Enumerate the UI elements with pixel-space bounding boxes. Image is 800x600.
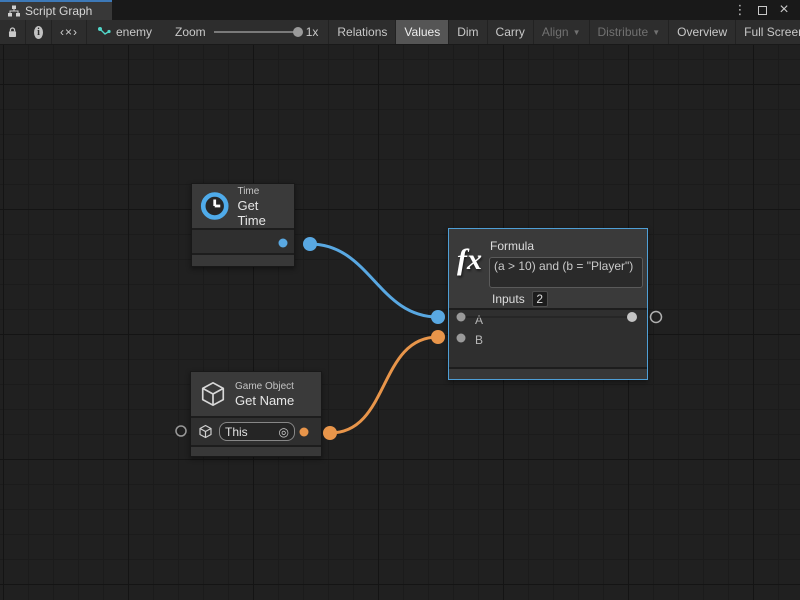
full-screen-button[interactable]: Full Screen [736,20,800,44]
breadcrumb[interactable]: enemy [87,20,165,44]
carry-button[interactable]: Carry [488,20,534,44]
node-formula[interactable]: fx Formula (a > 10) and (b = "Player") I… [448,228,648,380]
wire-orange-start-dot[interactable] [323,426,337,440]
window-menu-icon[interactable]: ⋮ [732,2,748,18]
game-object-cube-icon-small [198,424,213,439]
dim-button[interactable]: Dim [449,20,487,44]
wire-get-name-to-formula-b[interactable] [330,337,438,433]
wire-blue-start-dot[interactable] [303,237,317,251]
zoom-slider[interactable] [214,31,298,33]
lock-button[interactable] [0,20,26,44]
get-name-target-input-port[interactable] [176,426,186,436]
maximize-icon[interactable] [754,2,770,18]
get-time-port-row [192,230,294,253]
code-icon: ‹×› [60,25,78,39]
zoom-value: 1x [306,25,319,39]
port-b-row: B [449,330,647,350]
relations-button[interactable]: Relations [329,20,396,44]
tab-script-graph[interactable]: Script Graph [0,0,112,20]
formula-expression-input[interactable]: (a > 10) and (b = "Player") [489,257,643,288]
target-object-field[interactable]: This ◎ [219,422,295,441]
port-a-row: A [449,310,647,330]
zoom-control: Zoom 1x [165,20,329,44]
chevron-down-icon: ▼ [652,28,660,37]
inputs-label: Inputs [492,292,525,306]
distribute-dropdown[interactable]: Distribute ▼ [590,20,670,44]
wire-orange-end-dot[interactable] [431,330,445,344]
wire-blue-end-dot[interactable] [431,310,445,324]
port-b-label: B [475,333,483,347]
node-get-name[interactable]: Game Object Get Name This ◎ [190,371,322,457]
formula-result-port-outer[interactable] [651,312,662,323]
object-picker-icon[interactable]: ◎ [279,426,289,438]
script-graph-asset-icon [97,26,111,39]
node-category: Time [237,185,286,198]
graph-toolbar: i ‹×› enemy Zoom 1x Relations Values Dim [0,20,800,45]
game-object-cube-icon [199,380,227,408]
node-get-time[interactable]: Time Get Time [191,183,295,267]
info-icon: i [34,26,43,39]
chevron-down-icon: ▼ [573,28,581,37]
code-preview-button[interactable]: ‹×› [52,20,87,44]
node-title: Get Time [237,198,286,228]
tab-bar: Script Graph ⋮ × [0,0,800,20]
inputs-count-field[interactable]: 2 [532,291,548,307]
time-clock-icon [200,190,229,222]
port-a-label: A [475,313,483,327]
graph-hierarchy-icon [8,5,20,17]
formula-fx-icon: fx [457,243,482,277]
node-category: Game Object [235,380,294,393]
info-button[interactable]: i [26,20,52,44]
wire-get-time-to-formula-a[interactable] [310,244,438,317]
tab-title: Script Graph [25,4,92,18]
window-controls: ⋮ × [732,0,800,20]
graph-name: enemy [116,25,152,39]
script-graph-window: Script Graph ⋮ × i ‹×› enemy [0,0,800,600]
zoom-slider-handle[interactable] [293,27,303,37]
node-title: Formula [490,239,534,253]
graph-canvas[interactable]: Time Get Time fx Formula (a > 10) and (b… [0,45,800,600]
lock-icon [8,26,17,39]
close-icon[interactable]: × [776,2,792,18]
align-dropdown[interactable]: Align ▼ [534,20,590,44]
wires-overlay [0,45,800,600]
overview-button[interactable]: Overview [669,20,736,44]
target-object-value: This [225,425,275,439]
zoom-label: Zoom [175,25,206,39]
values-button[interactable]: Values [396,20,449,44]
node-title: Get Name [235,393,294,408]
